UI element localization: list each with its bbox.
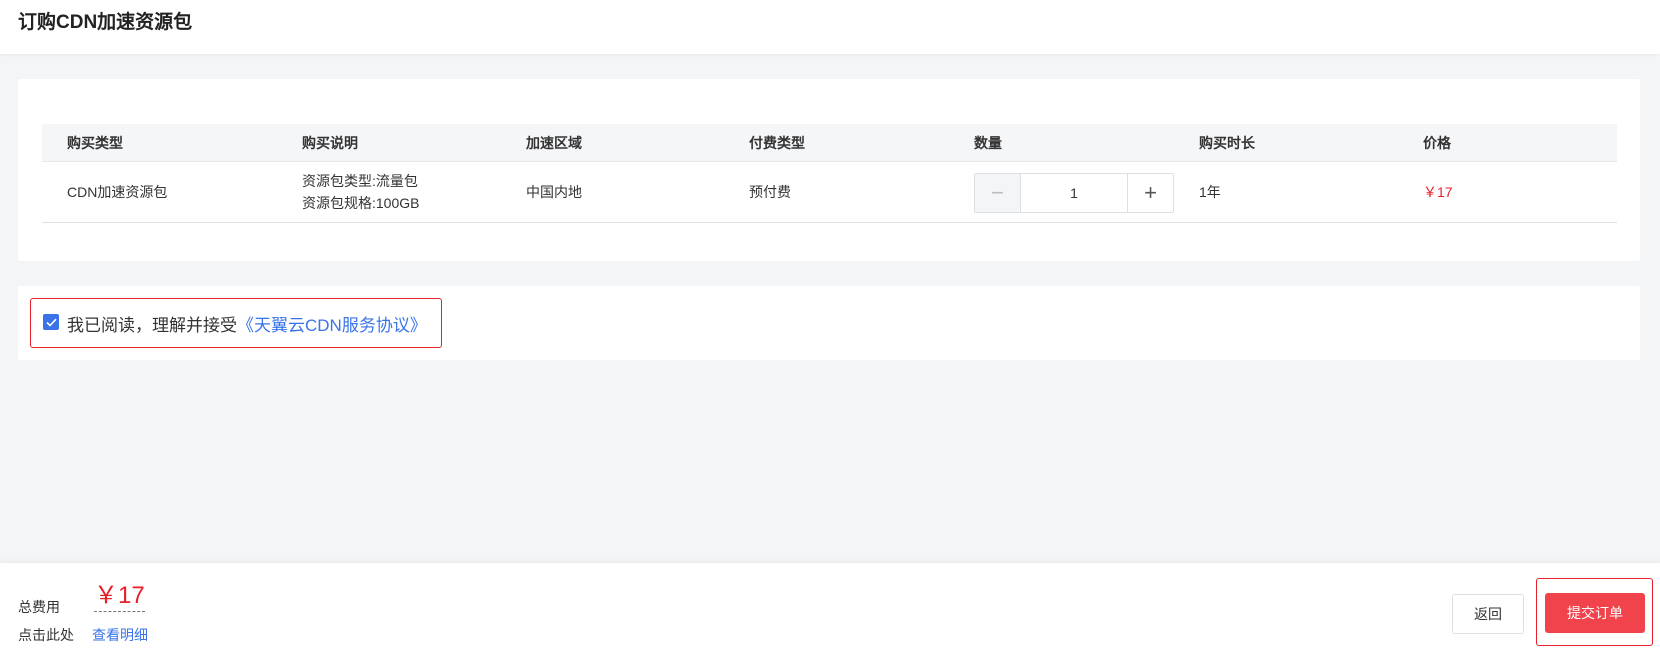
submit-highlight: 提交订单 bbox=[1536, 578, 1653, 646]
minus-icon: − bbox=[991, 180, 1004, 205]
page-header: 订购CDN加速资源包 bbox=[0, 0, 1660, 54]
agreement-box: 我已阅读，理解并接受 《天翼云CDN服务协议》 bbox=[30, 298, 442, 348]
desc-line-spec: 资源包规格:100GB bbox=[302, 195, 420, 211]
agreement-card: 我已阅读，理解并接受 《天翼云CDN服务协议》 bbox=[18, 286, 1640, 360]
col-header-quantity: 数量 bbox=[974, 134, 1002, 151]
page-title: 订购CDN加速资源包 bbox=[18, 12, 193, 33]
agreement-link[interactable]: 《天翼云CDN服务协议》 bbox=[237, 311, 427, 336]
cell-desc: 资源包类型:流量包 资源包规格:100GB bbox=[302, 162, 419, 222]
view-detail-link[interactable]: 查看明细 bbox=[92, 625, 148, 645]
quantity-stepper: − 1 + bbox=[974, 173, 1174, 213]
cell-region: 中国内地 bbox=[526, 184, 582, 200]
increment-button[interactable]: + bbox=[1127, 174, 1173, 212]
order-table: 购买类型 购买说明 加速区域 付费类型 数量 购买时长 价格 CDN加速资源包 … bbox=[42, 124, 1617, 223]
col-header-type: 购买类型 bbox=[67, 134, 123, 151]
total-label: 总费用 bbox=[18, 599, 60, 615]
quantity-input[interactable]: 1 bbox=[1021, 174, 1127, 212]
agreement-text: 我已阅读，理解并接受 bbox=[67, 315, 237, 335]
footer-bar: 总费用 ￥17 点击此处 查看明细 返回 提交订单 bbox=[0, 563, 1660, 657]
check-icon bbox=[45, 318, 57, 327]
cell-price: ￥17 bbox=[1423, 184, 1453, 200]
col-header-price: 价格 bbox=[1423, 134, 1451, 151]
table-row: CDN加速资源包 资源包类型:流量包 资源包规格:100GB 中国内地 预付费 … bbox=[42, 162, 1617, 223]
col-header-region: 加速区域 bbox=[526, 134, 582, 151]
click-label: 点击此处 bbox=[18, 627, 74, 643]
decrement-button[interactable]: − bbox=[975, 174, 1021, 212]
col-header-paytype: 付费类型 bbox=[749, 134, 805, 151]
plus-icon: + bbox=[1144, 180, 1157, 205]
submit-order-button[interactable]: 提交订单 bbox=[1545, 593, 1645, 633]
cell-duration: 1年 bbox=[1199, 184, 1221, 200]
col-header-duration: 购买时长 bbox=[1199, 134, 1255, 151]
desc-line-type: 资源包类型:流量包 bbox=[302, 173, 418, 189]
table-header: 购买类型 购买说明 加速区域 付费类型 数量 购买时长 价格 bbox=[42, 124, 1617, 162]
col-header-desc: 购买说明 bbox=[302, 134, 358, 151]
cell-paytype: 预付费 bbox=[749, 184, 791, 200]
total-price: ￥17 bbox=[94, 582, 145, 612]
order-table-card: 购买类型 购买说明 加速区域 付费类型 数量 购买时长 价格 CDN加速资源包 … bbox=[18, 79, 1640, 261]
agreement-checkbox[interactable] bbox=[43, 314, 59, 330]
cell-type: CDN加速资源包 bbox=[67, 184, 168, 200]
back-button[interactable]: 返回 bbox=[1452, 594, 1524, 634]
